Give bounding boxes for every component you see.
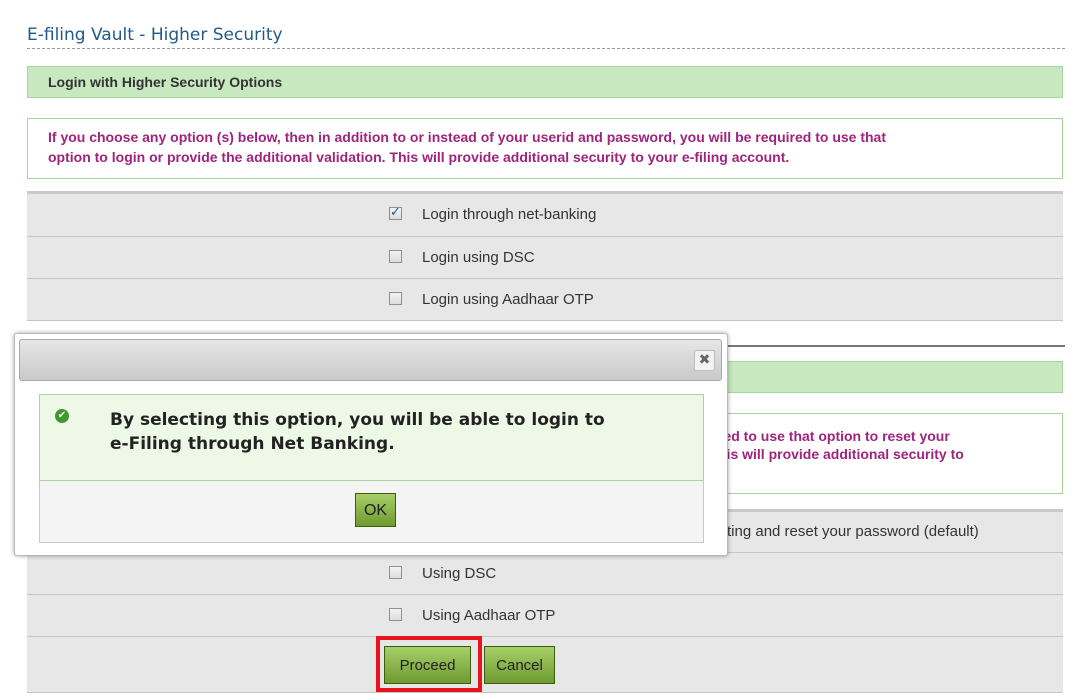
option-row-dsc[interactable]: Login using DSC (27, 237, 1063, 279)
using-aadhaar-label: Using Aadhaar OTP (422, 607, 556, 624)
dialog-message-line2: e-Filing through Net Banking. (110, 434, 395, 454)
confirmation-dialog: ✖ ✔ By selecting this option, you will b… (14, 333, 728, 556)
section-divider (720, 345, 1065, 347)
dialog-message: By selecting this option, you will be ab… (110, 408, 690, 456)
dsc-label: Login using DSC (422, 249, 535, 266)
page-title: E-filing Vault - Higher Security (27, 25, 1065, 49)
netbanking-checkbox[interactable] (389, 205, 402, 220)
dialog-message-box: ✔ By selecting this option, you will be … (39, 394, 704, 481)
dialog-footer: OK (39, 481, 704, 543)
login-options-heading: Login with Higher Security Options (27, 66, 1063, 98)
using-aadhaar-checkbox[interactable] (389, 608, 402, 621)
reset-info-line1: red to use that option to reset your (718, 428, 950, 444)
close-icon[interactable]: ✖ (694, 350, 715, 371)
dsc-checkbox[interactable] (389, 250, 402, 263)
ok-button[interactable]: OK (355, 493, 396, 527)
using-dsc-label: Using DSC (422, 565, 497, 582)
login-info-box: If you choose any option (s) below, then… (27, 118, 1063, 179)
check-circle-icon: ✔ (55, 409, 69, 423)
netbanking-label: Login through net-banking (422, 206, 597, 223)
using-dsc-checkbox[interactable] (389, 566, 402, 579)
option-row-using-aadhaar[interactable]: Using Aadhaar OTP (27, 595, 1063, 637)
login-info-line1: If you choose any option (s) below, then… (48, 129, 886, 145)
dialog-titlebar: ✖ (19, 339, 722, 381)
option-row-netbanking[interactable]: Login through net-banking (27, 191, 1063, 237)
aadhaar-checkbox[interactable] (389, 292, 402, 305)
aadhaar-label: Login using Aadhaar OTP (422, 291, 594, 308)
option-row-using-dsc[interactable]: Using DSC (27, 553, 1063, 595)
cancel-button[interactable]: Cancel (484, 646, 555, 684)
login-info-line2: option to login or provide the additiona… (48, 149, 790, 165)
proceed-highlight-box (376, 636, 482, 692)
dialog-message-line1: By selecting this option, you will be ab… (110, 410, 605, 430)
reset-default-label: ting and reset your password (default) (727, 523, 979, 540)
option-row-aadhaar[interactable]: Login using Aadhaar OTP (27, 279, 1063, 321)
reset-info-line2: his will provide additional security to (718, 446, 964, 462)
